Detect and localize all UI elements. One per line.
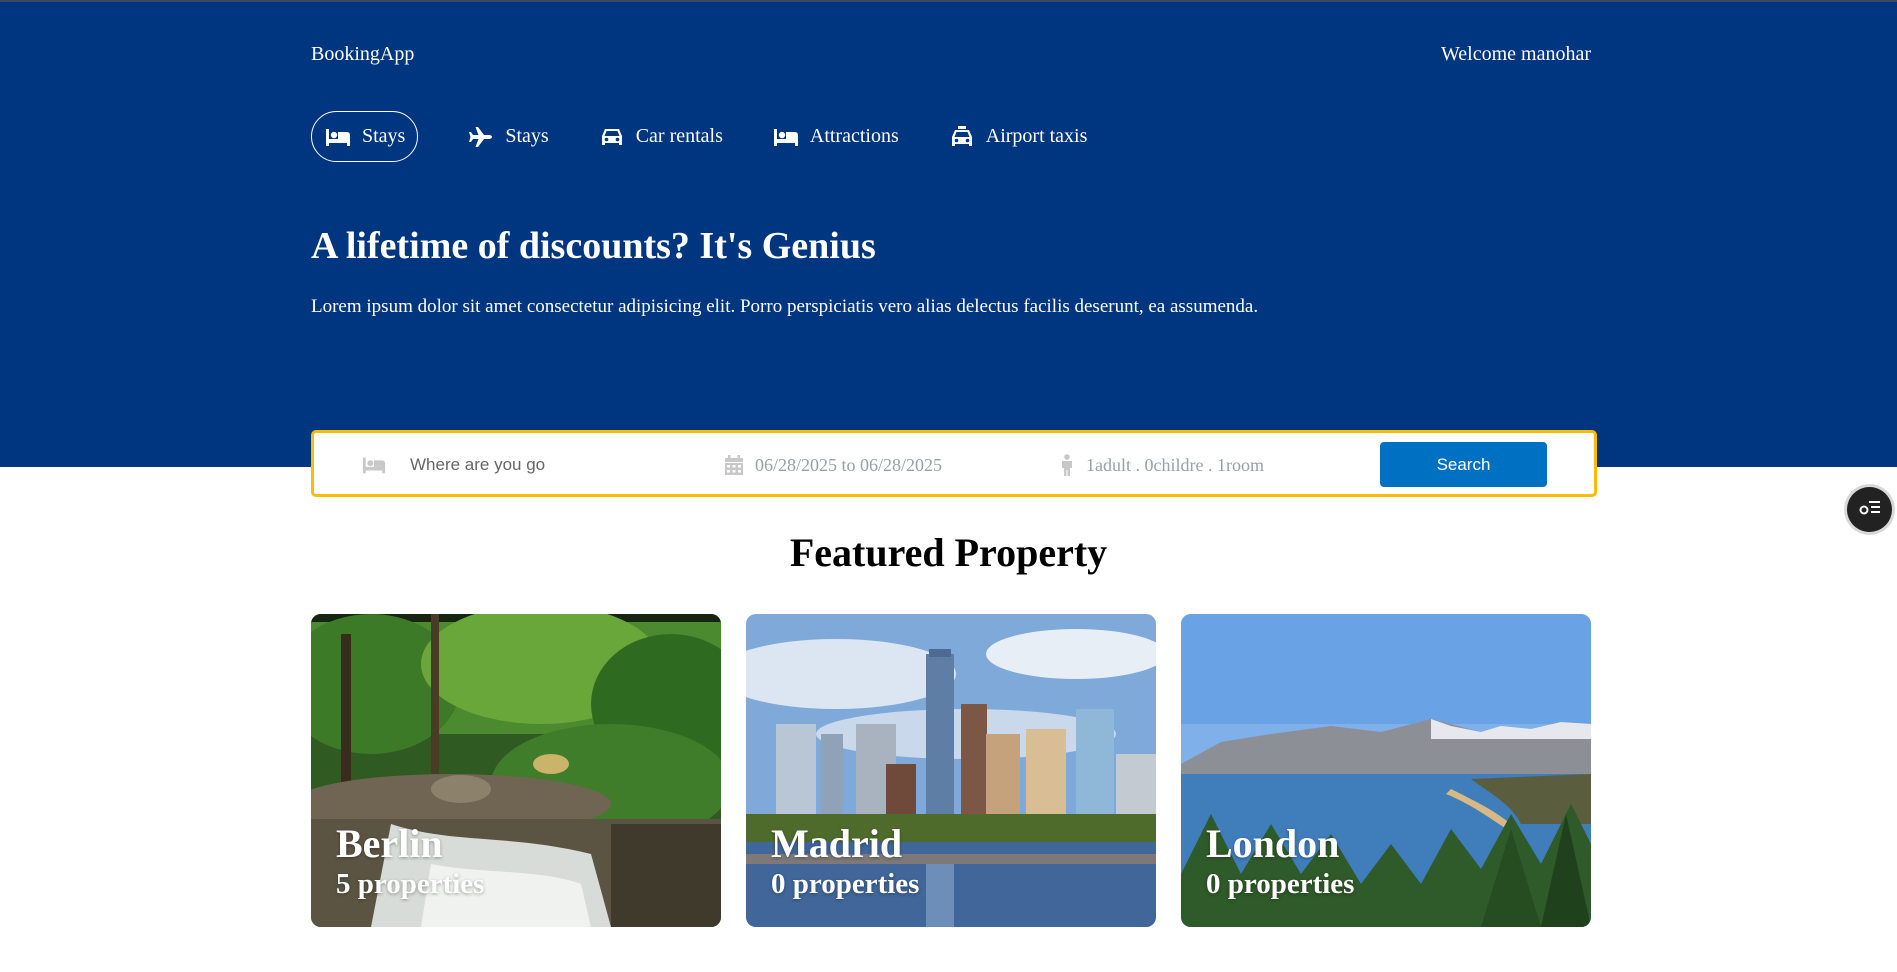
- welcome-text: Welcome manohar: [1441, 43, 1591, 65]
- bed-icon: [362, 453, 386, 477]
- nav-label: Stays: [505, 125, 549, 147]
- card-city: London: [1206, 821, 1340, 866]
- hero-banner: BookingApp Welcome manohar Stays Stays C…: [0, 0, 1897, 467]
- destination-input[interactable]: [410, 449, 690, 481]
- card-city: Madrid: [771, 821, 903, 866]
- search-button[interactable]: Search: [1380, 442, 1547, 487]
- hero-title: A lifetime of discounts? It's Genius: [311, 225, 876, 267]
- calendar-icon: [722, 453, 746, 477]
- property-card-london[interactable]: London 0 properties: [1181, 614, 1591, 927]
- bed-icon: [324, 126, 352, 148]
- nav-item-attractions[interactable]: Attractions: [772, 111, 899, 162]
- header-nav: Stays Stays Car rentals Attractions Airp…: [311, 111, 1087, 162]
- filter-list-icon: [1858, 497, 1882, 522]
- nav-label: Attractions: [809, 125, 899, 147]
- search-bar: 06/28/2025 to 06/28/2025 1adult . 0child…: [311, 430, 1597, 497]
- nav-label: Airport taxis: [985, 125, 1088, 147]
- nav-item-airport-taxis[interactable]: Airport taxis: [948, 111, 1088, 162]
- date-range-field[interactable]: 06/28/2025 to 06/28/2025: [755, 455, 942, 476]
- featured-cards: Berlin 5 properties Madrid 0 properties …: [311, 614, 1591, 927]
- plane-icon: [467, 126, 495, 148]
- card-count: 5 properties: [336, 868, 485, 900]
- property-card-madrid[interactable]: Madrid 0 properties: [746, 614, 1156, 927]
- nav-label: Car rentals: [635, 125, 723, 147]
- guests-field[interactable]: 1adult . 0childre . 1room: [1086, 455, 1264, 476]
- hero-description: Lorem ipsum dolor sit amet consectetur a…: [311, 296, 1259, 317]
- card-city: Berlin: [336, 821, 443, 866]
- property-card-berlin[interactable]: Berlin 5 properties: [311, 614, 721, 927]
- nav-label: Stays: [362, 125, 406, 147]
- brand-logo[interactable]: BookingApp: [311, 43, 414, 66]
- card-count: 0 properties: [771, 868, 920, 900]
- nav-item-flights[interactable]: Stays: [467, 111, 549, 162]
- floating-menu-button[interactable]: [1847, 487, 1892, 532]
- nav-item-car-rentals[interactable]: Car rentals: [598, 111, 723, 162]
- taxi-icon: [948, 125, 976, 148]
- featured-title: Featured Property: [789, 530, 1108, 575]
- bed-icon: [772, 126, 800, 148]
- person-icon: [1055, 453, 1079, 477]
- car-icon: [598, 126, 626, 148]
- card-count: 0 properties: [1206, 868, 1355, 900]
- nav-item-stays[interactable]: Stays: [311, 111, 419, 162]
